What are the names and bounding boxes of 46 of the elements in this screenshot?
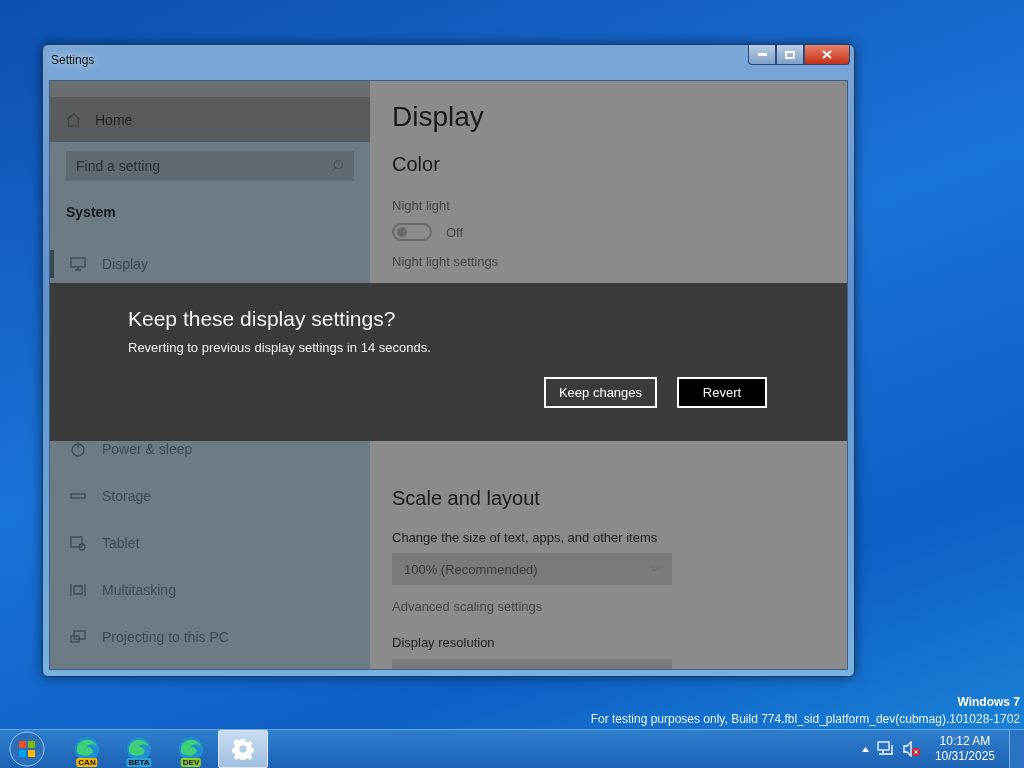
window-title: Settings [51,53,95,67]
scale-dropdown[interactable]: 100% (Recommended) [392,553,672,585]
taskbar-app[interactable]: CAN [62,730,112,768]
power-icon [70,440,86,457]
clock[interactable]: 10:12 AM 10/31/2025 [934,734,995,764]
start-button[interactable] [8,730,46,768]
section-heading: Scale and layout [392,487,540,510]
dialog-message: Reverting to previous display settings in 14 seconds. [128,340,432,355]
os-name: Windows 7 [957,695,1020,709]
night-light-toggle[interactable] [392,223,432,241]
settings-icon [232,738,254,760]
setting-label: Night light [392,198,450,213]
muted-speaker-icon[interactable] [902,741,921,757]
projector-icon [70,628,86,645]
close-icon [822,50,832,59]
network-icon[interactable] [876,741,895,757]
app-badge: DEV [180,758,202,767]
search-field[interactable]: Find a setting [66,150,354,181]
taskbar-app[interactable]: BETA [114,730,164,768]
app-badge: BETA [126,758,152,767]
keep-button[interactable]: Keep changes [544,377,657,408]
settings-link[interactable]: Night light settings [392,254,499,269]
page-title: Display [392,101,484,133]
revert-button[interactable]: Revert [677,377,767,408]
close-button[interactable] [804,45,850,65]
home-item[interactable]: Home [50,97,370,142]
search-icon [331,159,344,173]
build-note: For testing purposes only, Build 774.fbl_sid_platform_dev(cubmag).101028-1702 [590,712,1020,726]
maximize-icon [785,50,795,59]
setting-label: Change the size of text, apps, and other items [392,530,658,545]
dialog-title: Keep these display settings? [128,307,397,331]
minimize-button[interactable] [748,45,776,65]
show-hidden-icons[interactable] [861,746,869,752]
taskbar-app[interactable]: DEV [166,730,216,768]
tablet-icon [70,534,86,551]
monitor-icon [70,256,86,273]
app-badge: CAN [76,758,98,767]
setting-label: Display resolution [392,635,495,650]
toggle-state: Off [446,224,464,240]
multitasking-icon [70,581,86,598]
settings-link[interactable]: Advanced scaling settings [392,599,543,614]
section-heading: Color [392,153,440,176]
section-label: System [66,203,117,220]
maximize-button[interactable] [776,45,804,65]
home-icon [66,112,81,128]
minimize-icon [757,53,767,56]
